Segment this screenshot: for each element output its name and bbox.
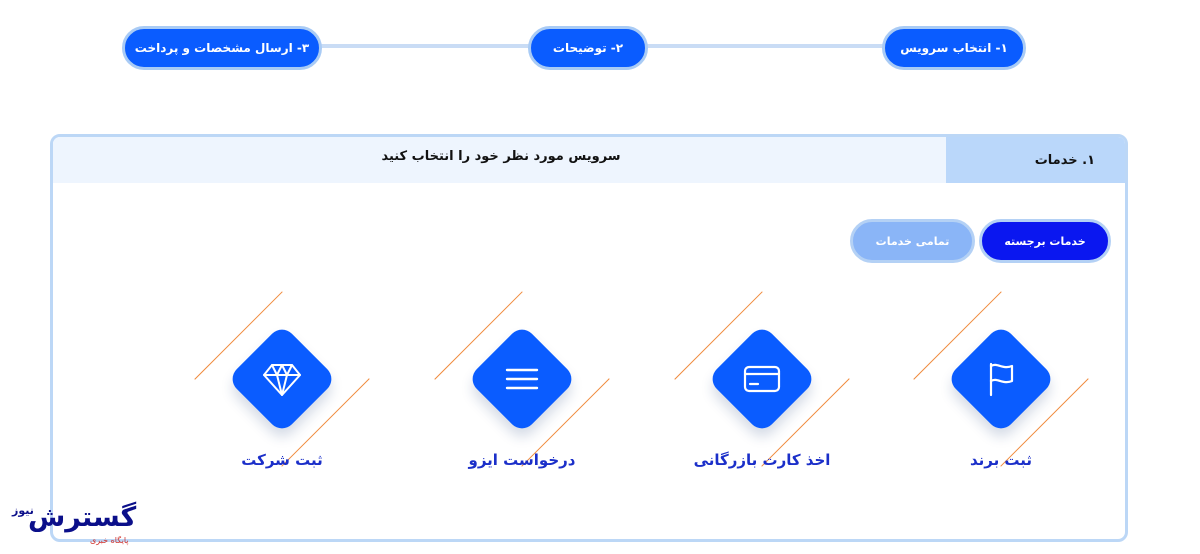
step-label: ۱- انتخاب سرویس — [900, 41, 1008, 55]
logo-subtitle: پایگاه خبری — [90, 536, 129, 545]
tab-featured-services[interactable]: خدمات برجسته — [979, 219, 1111, 263]
section-description: سرویس مورد نظر خود را انتخاب کنید — [53, 137, 949, 183]
tab-label: خدمات برجسته — [1004, 234, 1086, 248]
step-label: ۳- ارسال مشخصات و پرداخت — [134, 41, 310, 55]
service-iso-request[interactable]: درخواست ایزو — [422, 291, 622, 483]
service-label: درخواست ایزو — [468, 451, 576, 469]
tab-label: تمامی خدمات — [875, 234, 950, 248]
step-description[interactable]: ۲- توضیحات — [528, 26, 648, 70]
service-label: ثبت شرکت — [241, 451, 323, 469]
service-icon-tile — [674, 291, 850, 467]
service-brand-registration[interactable]: ثبت برند — [901, 291, 1101, 483]
service-icon-tile — [913, 291, 1089, 467]
tab-all-services[interactable]: تمامی خدمات — [850, 219, 975, 263]
logo-suffix: نیوز — [12, 504, 34, 517]
diamond-gem-icon — [254, 351, 310, 407]
service-company-registration[interactable]: ثبت شرکت — [182, 291, 382, 483]
logo-wordmark: گسترش — [28, 502, 137, 533]
step-label: ۲- توضیحات — [552, 41, 624, 55]
flag-icon — [973, 351, 1029, 407]
services-card: سرویس مورد نظر خود را انتخاب کنید ۱. خدم… — [50, 134, 1128, 542]
service-label: اخذ کارت بازرگانی — [693, 451, 831, 469]
menu-lines-icon — [494, 351, 550, 407]
service-icon-tile — [194, 291, 370, 467]
service-commercial-card[interactable]: اخذ کارت بازرگانی — [662, 291, 862, 483]
section-title: ۱. خدمات — [946, 137, 1125, 183]
step-select-service[interactable]: ۱- انتخاب سرویس — [882, 26, 1026, 70]
credit-card-icon — [734, 351, 790, 407]
service-icon-tile — [434, 291, 610, 467]
service-label: ثبت برند — [969, 451, 1033, 469]
site-logo: گسترش نیوز پایگاه خبری — [6, 502, 152, 550]
card-header: سرویس مورد نظر خود را انتخاب کنید ۱. خدم… — [53, 137, 1125, 185]
step-submit-and-pay[interactable]: ۳- ارسال مشخصات و پرداخت — [122, 26, 322, 70]
